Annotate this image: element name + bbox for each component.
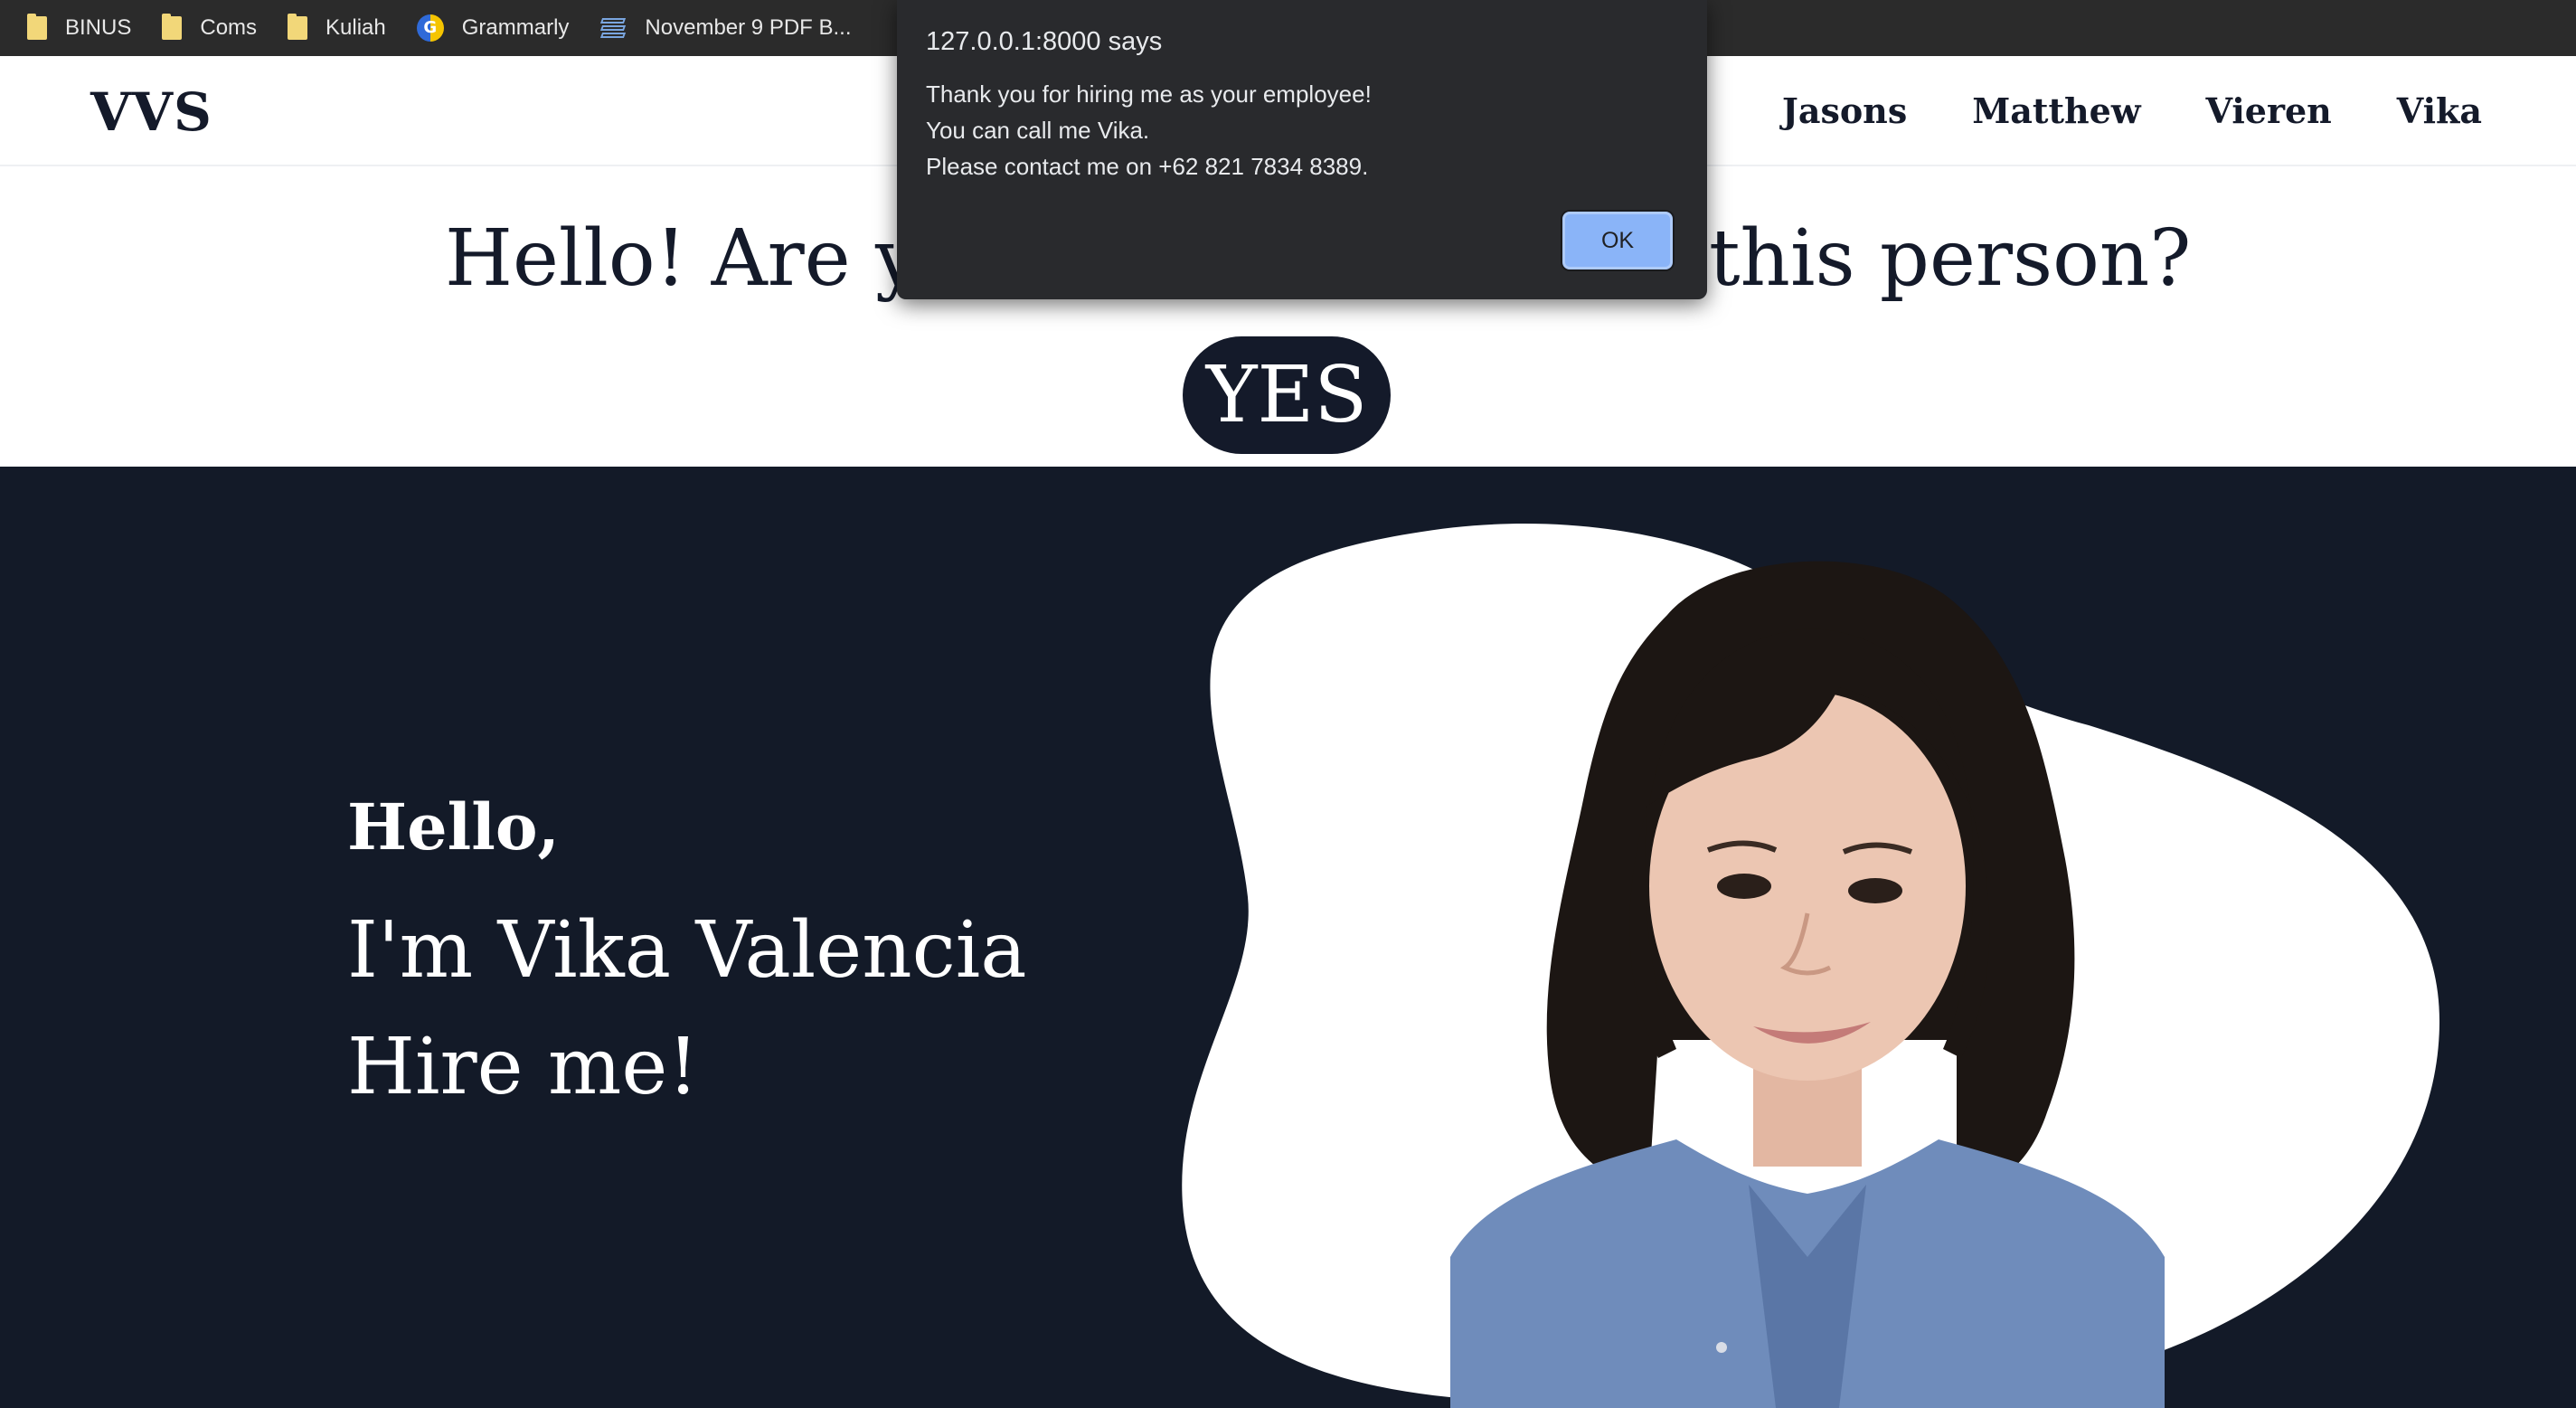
bookmark-coms[interactable]: Coms <box>162 14 258 41</box>
question-text-right: this person? <box>1709 213 2192 304</box>
profile-photo <box>1450 561 2165 1408</box>
nav-link-vika[interactable]: Vika <box>2397 90 2482 131</box>
hero-text: Hello, I'm Vika Valencia Hire me! <box>347 792 1027 1126</box>
bookmark-label: November 9 PDF B... <box>645 15 852 40</box>
alert-message-line: Thank you for hiring me as your employee… <box>926 80 1372 108</box>
folder-icon <box>27 14 47 40</box>
folder-icon <box>162 14 183 40</box>
grammarly-icon <box>416 14 444 42</box>
hero-greeting: Hello, <box>347 789 560 865</box>
bookmark-label: Coms <box>200 15 258 40</box>
bookmark-label: Kuliah <box>326 15 386 40</box>
bookmark-binus[interactable]: BINUS <box>27 14 132 41</box>
nav-links: Jasons Matthew Vieren Vika <box>1782 90 2482 131</box>
nav-link-jasons[interactable]: Jasons <box>1782 90 1907 131</box>
bookmark-kuliah[interactable]: Kuliah <box>288 14 386 41</box>
bookmark-label: BINUS <box>65 15 132 40</box>
alert-message-line: You can call me Vika. <box>926 117 1150 144</box>
site-logo[interactable]: VVS <box>90 81 212 143</box>
nav-link-vieren[interactable]: Vieren <box>2206 90 2332 131</box>
hero-name: I'm Vika Valencia <box>347 905 1027 996</box>
ok-button[interactable]: OK <box>1562 212 1673 269</box>
bookmark-pdf[interactable]: November 9 PDF B... <box>599 15 852 41</box>
bookmark-grammarly[interactable]: Grammarly <box>416 14 570 42</box>
nav-link-matthew[interactable]: Matthew <box>1972 90 2140 131</box>
alert-message: Thank you for hiring me as your employee… <box>926 76 1372 184</box>
hero-cta: Hire me! <box>347 1022 699 1112</box>
question-text-left: Hello! Are yo <box>445 213 967 304</box>
alert-title: 127.0.0.1:8000 says <box>926 27 1163 56</box>
bookmark-label: Grammarly <box>461 15 570 40</box>
alert-dialog: 127.0.0.1:8000 says Thank you for hiring… <box>897 0 1707 299</box>
yes-button[interactable]: YES <box>1183 336 1391 454</box>
hero-section: Hello, I'm Vika Valencia Hire me! <box>0 467 2576 1408</box>
folder-icon <box>288 14 308 40</box>
alert-message-line: Please contact me on +62 821 7834 8389. <box>926 153 1369 180</box>
book-stack-icon <box>599 16 627 40</box>
